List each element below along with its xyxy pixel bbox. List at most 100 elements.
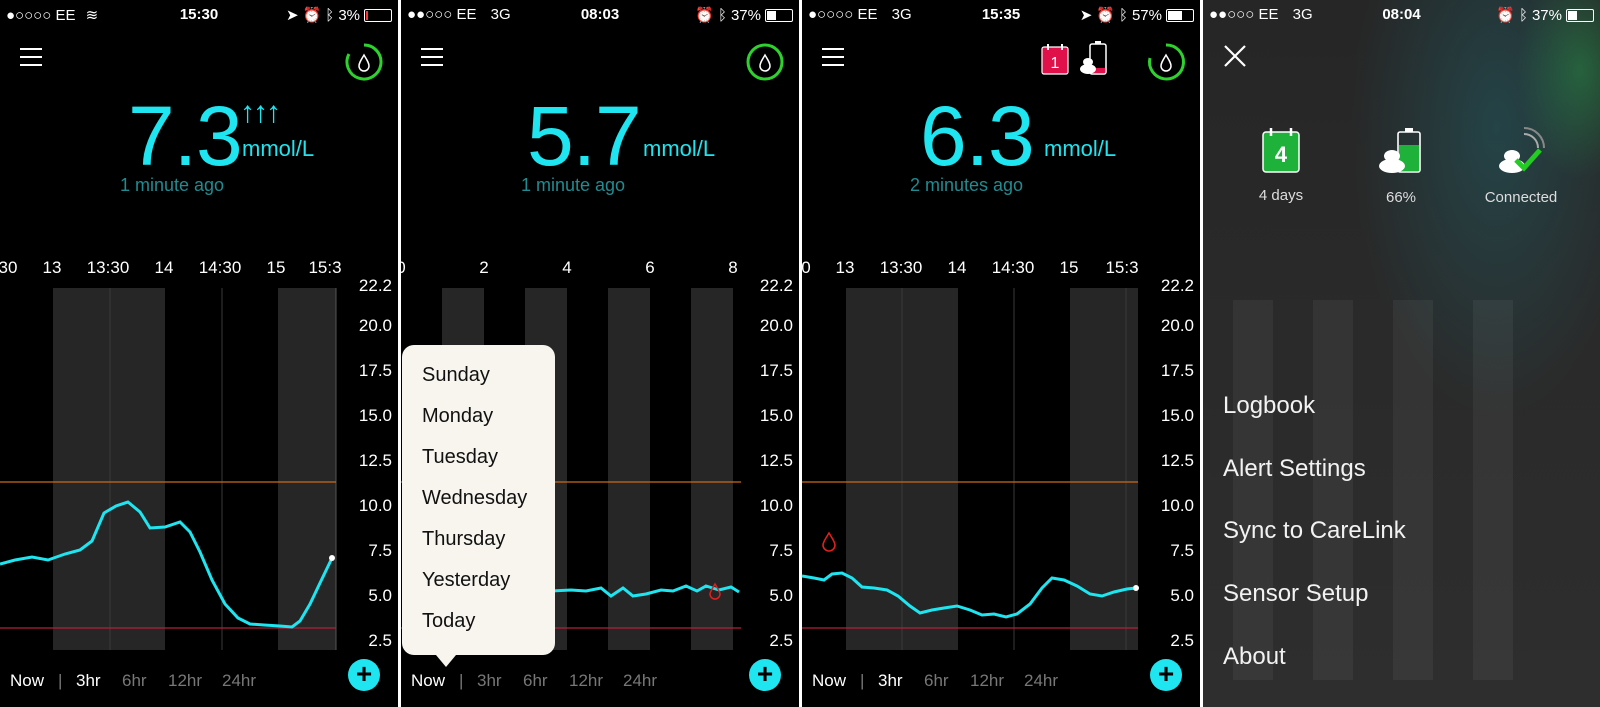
menu-item-alert-settings[interactable]: Alert Settings bbox=[1223, 455, 1366, 483]
menu-item-sync-carelink[interactable]: Sync to CareLink bbox=[1223, 517, 1406, 545]
battery-caption: 66% bbox=[1385, 189, 1417, 206]
day-option[interactable]: Tuesday bbox=[422, 446, 498, 469]
menu-item-about[interactable]: About bbox=[1223, 643, 1286, 671]
transmitter-battery-status[interactable]: 66% bbox=[1351, 126, 1451, 206]
glucose-reading: 5.7 mmol/L 1 minute ago bbox=[401, 89, 799, 195]
calendar-icon: 4 bbox=[1262, 128, 1300, 173]
axis-tick: 17.5 bbox=[759, 361, 793, 380]
axis-tick: 7.5 bbox=[1170, 541, 1194, 560]
menu-item-sensor-setup[interactable]: Sensor Setup bbox=[1223, 580, 1368, 608]
reading-age: 2 minutes ago bbox=[910, 175, 1024, 195]
range-divider: | bbox=[459, 671, 464, 690]
reading-age: 1 minute ago bbox=[120, 175, 225, 195]
status-bar: ●●○○○ EE 3G 08:03 ⏰ ᛒ 37% bbox=[407, 6, 793, 24]
axis-tick: 17.5 bbox=[358, 361, 392, 380]
time-tick: 14 bbox=[947, 258, 967, 277]
sensor-life-status[interactable]: 4 4 days bbox=[1231, 126, 1331, 204]
axis-tick: 15.0 bbox=[1160, 406, 1194, 425]
bluetooth-icon: ᛒ bbox=[1118, 6, 1128, 24]
day-option[interactable]: Monday bbox=[422, 405, 493, 428]
axis-tick: 10.0 bbox=[1160, 496, 1194, 515]
day-picker-popup: Sunday Monday Tuesday Wednesday Thursday… bbox=[402, 345, 555, 667]
range-now[interactable]: Now bbox=[10, 671, 44, 691]
axis-tick: 5.0 bbox=[368, 586, 392, 605]
status-bar: ●●○○○ EE 3G 08:04 ⏰ ᛒ 37% bbox=[1209, 6, 1594, 24]
day-option[interactable]: Thursday bbox=[422, 528, 505, 551]
sensor-calendar-icon[interactable]: 1 bbox=[1040, 42, 1070, 76]
time-tick: 14:30 bbox=[198, 258, 242, 277]
range-12hr[interactable]: 12hr bbox=[569, 671, 603, 691]
day-option[interactable]: Wednesday bbox=[422, 487, 527, 510]
glucose-unit: mmol/L bbox=[1044, 136, 1117, 161]
calibration-ring-icon[interactable] bbox=[745, 42, 785, 82]
range-now[interactable]: Now bbox=[411, 671, 445, 691]
range-6hr[interactable]: 6hr bbox=[924, 671, 949, 691]
glucose-value: 5.7 bbox=[527, 89, 642, 183]
axis-tick: 2.5 bbox=[368, 631, 392, 650]
axis-tick: 22.2 bbox=[759, 276, 793, 295]
axis-tick: 2.5 bbox=[769, 631, 793, 650]
day-option[interactable]: Sunday bbox=[422, 364, 490, 387]
time-tick: 2 bbox=[479, 258, 489, 277]
transmitter-battery-icon[interactable] bbox=[1078, 40, 1110, 76]
calibration-ring-icon[interactable] bbox=[344, 42, 384, 82]
range-24hr[interactable]: 24hr bbox=[623, 671, 657, 691]
status-bar: ●○○○○ EE 3G 15:35 ➤ ⏰ ᛒ 57% bbox=[808, 6, 1194, 24]
time-tick: 0 bbox=[802, 258, 811, 277]
time-axis: 30 13 13:30 14 14:30 15 15:3 bbox=[0, 258, 398, 278]
range-12hr[interactable]: 12hr bbox=[970, 671, 1004, 691]
menu-icon[interactable] bbox=[20, 48, 42, 66]
add-event-button[interactable]: + bbox=[1150, 659, 1182, 691]
axis-tick: 22.2 bbox=[1160, 276, 1194, 295]
range-now[interactable]: Now bbox=[812, 671, 846, 691]
range-12hr[interactable]: 12hr bbox=[168, 671, 202, 691]
time-axis: 0 13 13:30 14 14:30 15 15:3 bbox=[802, 258, 1200, 278]
range-3hr[interactable]: 3hr bbox=[878, 671, 903, 691]
glucose-value: 7.3 bbox=[128, 89, 243, 183]
axis-tick: 5.0 bbox=[1170, 586, 1194, 605]
day-option[interactable]: Today bbox=[422, 610, 475, 633]
time-tick: 15:3 bbox=[308, 258, 342, 277]
range-3hr[interactable]: 3hr bbox=[477, 671, 502, 691]
battery-percent: 37% bbox=[730, 6, 761, 24]
time-tick: 13:30 bbox=[879, 258, 923, 277]
axis-tick: 20.0 bbox=[759, 316, 793, 335]
close-icon[interactable] bbox=[1223, 44, 1247, 68]
range-24hr[interactable]: 24hr bbox=[222, 671, 256, 691]
screen-4-menu: ●●○○○ EE 3G 08:04 ⏰ ᛒ 37% 4 4 days 66% C… bbox=[1203, 0, 1600, 707]
time-tick: 13 bbox=[42, 258, 62, 277]
battery-percent: 37% bbox=[1531, 6, 1562, 24]
sensor-life-caption: 4 days bbox=[1258, 187, 1304, 204]
range-24hr[interactable]: 24hr bbox=[1024, 671, 1058, 691]
glucose-chart[interactable] bbox=[802, 288, 1142, 650]
axis-tick: 2.5 bbox=[1170, 631, 1194, 650]
glucose-unit: mmol/L bbox=[242, 136, 315, 161]
bluetooth-icon: ᛒ bbox=[1518, 6, 1528, 24]
add-event-button[interactable]: + bbox=[348, 659, 380, 691]
battery-percent: 3% bbox=[338, 6, 360, 24]
connection-status[interactable]: Connected bbox=[1471, 126, 1571, 206]
menu-icon[interactable] bbox=[822, 48, 844, 66]
calibration-ring-icon[interactable] bbox=[1146, 42, 1186, 82]
battery-icon bbox=[1566, 8, 1594, 22]
alarm-icon: ⏰ bbox=[302, 7, 322, 24]
time-tick: 6 bbox=[645, 258, 655, 277]
alarm-icon: ⏰ bbox=[1496, 7, 1515, 24]
time-tick: 30 bbox=[0, 258, 18, 277]
time-tick: 13:30 bbox=[86, 258, 130, 277]
connected-icon bbox=[1499, 127, 1545, 173]
axis-tick: 7.5 bbox=[769, 541, 793, 560]
calendar-badge: 1 bbox=[1051, 55, 1060, 72]
range-3hr[interactable]: 3hr bbox=[76, 671, 101, 691]
glucose-chart[interactable] bbox=[0, 288, 340, 650]
day-option[interactable]: Yesterday bbox=[422, 569, 510, 592]
axis-tick: 5.0 bbox=[769, 586, 793, 605]
location-icon: ➤ bbox=[1079, 7, 1093, 24]
axis-tick: 20.0 bbox=[1160, 316, 1194, 335]
range-6hr[interactable]: 6hr bbox=[523, 671, 548, 691]
menu-item-logbook[interactable]: Logbook bbox=[1223, 392, 1315, 420]
time-tick: 8 bbox=[728, 258, 738, 277]
range-6hr[interactable]: 6hr bbox=[122, 671, 147, 691]
menu-icon[interactable] bbox=[421, 48, 443, 66]
add-event-button[interactable]: + bbox=[749, 659, 781, 691]
